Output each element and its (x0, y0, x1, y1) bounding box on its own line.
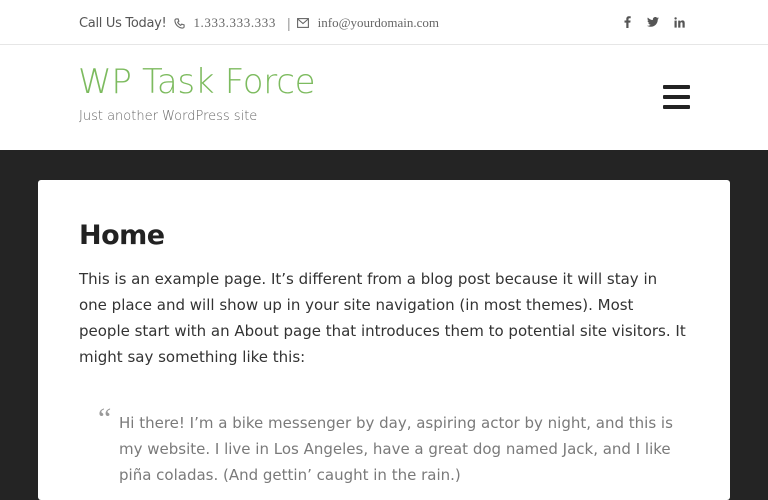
content-card: Home This is an example page. It’s diffe… (38, 180, 730, 500)
quote-mark-icon: “ (98, 402, 112, 435)
call-us-label: Call Us Today! (79, 15, 167, 31)
intro-paragraph: This is an example page. It’s different … (79, 270, 686, 366)
phone-icon (174, 17, 186, 29)
site-header: WP Task Force Just another WordPress sit… (0, 45, 768, 150)
contact-info: Call Us Today! 1.333.333.333 | info@your… (79, 15, 439, 31)
twitter-icon[interactable] (646, 14, 660, 30)
menu-bar (663, 105, 690, 109)
blockquote-text: Hi there! I’m a bike messenger by day, a… (119, 414, 673, 484)
site-title[interactable]: WP Task Force (78, 62, 316, 102)
email-address[interactable]: info@yourdomain.com (318, 15, 439, 31)
top-bar: Call Us Today! 1.333.333.333 | info@your… (0, 0, 768, 45)
envelope-icon (296, 18, 309, 28)
menu-bar (663, 95, 690, 99)
site-tagline: Just another WordPress site (79, 109, 258, 124)
facebook-icon[interactable] (620, 14, 634, 30)
linkedin-icon[interactable] (672, 14, 686, 30)
phone-number[interactable]: 1.333.333.333 (193, 15, 276, 31)
social-links (620, 14, 686, 30)
separator: | (287, 15, 291, 31)
hamburger-menu-icon[interactable] (663, 85, 690, 109)
menu-bar (663, 85, 690, 89)
page-title: Home (79, 220, 165, 251)
